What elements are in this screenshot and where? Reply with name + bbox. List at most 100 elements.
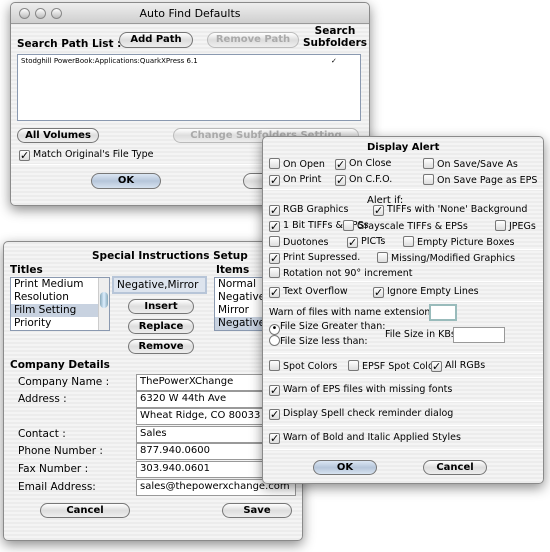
all-volumes-button[interactable]: All Volumes xyxy=(17,128,99,143)
match-file-type-checkbox[interactable]: ✓ Match Original's File Type xyxy=(19,149,154,161)
checkbox-box: ✓ xyxy=(373,204,384,217)
search-path-list[interactable]: Stodghill PowerBook:Applications:QuarkXP… xyxy=(17,54,361,121)
checkbox-box xyxy=(269,267,280,278)
checkbox-epsf-spot-colors[interactable]: EPSF Spot Colors xyxy=(348,360,443,373)
field-label: Phone Number : xyxy=(18,445,103,457)
divider xyxy=(263,353,543,354)
add-path-button[interactable]: Add Path xyxy=(119,32,193,48)
checkbox-on-open[interactable]: On Open xyxy=(269,158,325,171)
checkbox-label: On Close xyxy=(349,158,392,169)
checkbox-box xyxy=(377,252,388,263)
checkbox-warn-of-eps-files-with-missing-fonts[interactable]: ✓ Warn of EPS files with missing fonts xyxy=(269,384,452,396)
divider xyxy=(263,401,543,402)
title-item[interactable]: Print Medium xyxy=(11,278,99,291)
minimize-window-icon[interactable] xyxy=(35,8,46,19)
cancel-button[interactable]: Cancel xyxy=(40,503,130,518)
checkbox-box: ✓ xyxy=(431,360,442,373)
checkbox-rotation-not-90-increment[interactable]: Rotation not 90° increment xyxy=(269,267,412,280)
radio-button: • xyxy=(269,324,280,335)
checkbox-label: Rotation not 90° increment xyxy=(283,268,413,279)
radio-file-size-less[interactable]: File Size less than: xyxy=(269,335,368,348)
close-window-icon[interactable] xyxy=(19,8,30,19)
dialog-title: Special Instructions Setup xyxy=(92,250,248,262)
instruction-text-field[interactable]: Negative,Mirror xyxy=(112,276,207,294)
field-label: Contact : xyxy=(18,428,66,440)
zoom-window-icon[interactable] xyxy=(51,8,62,19)
remove-path-button[interactable]: Remove Path xyxy=(207,32,299,48)
checkbox-display-spell-check-reminder-dialog[interactable]: ✓ Display Spell check reminder dialog xyxy=(269,408,453,420)
checkbox-label: RGB Graphics xyxy=(283,204,349,215)
scrollbar[interactable] xyxy=(98,278,109,330)
company-details-heading: Company Details xyxy=(10,359,110,371)
checkbox-text-overflow[interactable]: ✓ Text Overflow xyxy=(269,286,348,298)
items-label: Items xyxy=(216,264,250,276)
extension-input[interactable] xyxy=(429,304,457,321)
checkbox-label: Grayscale TIFFs & EPSs xyxy=(357,221,468,232)
checkbox-label: PICTs xyxy=(361,236,386,247)
titles-list[interactable]: Print Medium Resolution Film Setting Priori… xyxy=(10,277,110,331)
checkbox-on-save-save-as[interactable]: On Save/Save As xyxy=(423,158,518,171)
display-alert-heading: Display Alert xyxy=(367,142,440,153)
checkbox-spot-colors[interactable]: Spot Colors xyxy=(269,360,337,373)
checkbox-box: ✓ xyxy=(269,174,280,187)
checkbox-box: ✓ xyxy=(335,158,346,171)
checkbox-on-close[interactable]: ✓ On Close xyxy=(335,158,391,170)
extension-label: Warn of files with name extension: xyxy=(269,307,434,318)
checkbox-missing-modified-graphics[interactable]: Missing/Modified Graphics xyxy=(377,252,515,265)
divider xyxy=(263,377,543,378)
checkbox-box xyxy=(423,158,434,169)
cancel-button[interactable]: Cancel xyxy=(423,460,487,475)
checkbox-rgb-graphics[interactable]: ✓ RGB Graphics xyxy=(269,204,348,216)
checkbox-box: ✓ xyxy=(269,252,280,265)
checkbox-box xyxy=(348,360,359,371)
display-alert-window: Display Alert Alert if: Warn of files wi… xyxy=(262,136,544,484)
save-button[interactable]: Save xyxy=(222,503,292,518)
field-label: Fax Number : xyxy=(18,463,89,475)
field-label: Email Address: xyxy=(18,481,96,493)
title-bar: Auto Find Defaults xyxy=(11,3,369,24)
checkbox-label: Spot Colors xyxy=(283,361,338,372)
checkbox-empty-picture-boxes[interactable]: Empty Picture Boxes xyxy=(403,236,515,249)
insert-button[interactable]: Insert xyxy=(128,299,194,314)
window-title: Auto Find Defaults xyxy=(139,7,241,20)
divider xyxy=(263,301,543,302)
remove-button[interactable]: Remove xyxy=(128,339,194,354)
divider xyxy=(263,449,543,450)
checkbox-grayscale-tiffs-epss[interactable]: Grayscale TIFFs & EPSs xyxy=(343,220,468,233)
titles-items: Print Medium Resolution Film Setting Priori… xyxy=(11,278,109,330)
checkbox-warn-of-bold-and-italic-applied-styles[interactable]: ✓ Warn of Bold and Italic Applied Styles xyxy=(269,432,461,444)
checkbox-ignore-empty-lines[interactable]: ✓ Ignore Empty Lines xyxy=(373,286,479,298)
checkbox-box xyxy=(269,360,280,371)
checkbox-on-print[interactable]: ✓ On Print xyxy=(269,174,321,186)
checkbox-box: ✓ xyxy=(269,220,280,233)
checkbox-jpegs[interactable]: JPEGs xyxy=(495,220,536,233)
checkbox-label: Missing/Modified Graphics xyxy=(391,253,516,264)
divider xyxy=(263,281,543,282)
title-item[interactable]: Priority xyxy=(11,317,99,330)
title-item[interactable]: Resolution xyxy=(11,291,99,304)
checkbox-all-rgbs[interactable]: ✓ All RGBs xyxy=(431,360,485,372)
divider xyxy=(263,249,543,250)
checkbox-print-supressed[interactable]: ✓ Print Supressed. xyxy=(269,252,360,264)
checkbox-label: On Save Page as EPS xyxy=(437,175,538,186)
checkbox-label: On Open xyxy=(283,159,325,170)
path-row[interactable]: Stodghill PowerBook:Applications:QuarkXP… xyxy=(21,57,349,65)
checkbox-tiffs-with-none-background[interactable]: ✓ TIFFs with 'None' Background xyxy=(373,204,527,216)
ok-button[interactable]: OK xyxy=(91,173,161,189)
scroll-thumb[interactable] xyxy=(100,292,108,308)
checkbox-label: Ignore Empty Lines xyxy=(387,286,479,297)
checkbox-box xyxy=(495,220,506,231)
ok-button[interactable]: OK xyxy=(313,460,377,475)
checkbox-on-c-f-o[interactable]: ✓ On C.F.O. xyxy=(335,174,392,186)
radio-button xyxy=(269,335,280,346)
titles-label: Titles xyxy=(10,264,43,276)
title-item[interactable]: Film Setting xyxy=(11,304,99,317)
checkbox-picts[interactable]: ✓ PICTs xyxy=(347,236,385,248)
checkbox-duotones[interactable]: Duotones xyxy=(269,236,329,249)
replace-button[interactable]: Replace xyxy=(128,319,194,334)
checkbox-on-save-page-as-eps[interactable]: On Save Page as EPS xyxy=(423,174,537,187)
search-subfolders-header: Search Subfolders xyxy=(303,25,367,49)
checkbox-label: Print Supressed. xyxy=(283,252,361,263)
radio-file-size-greater[interactable]: • File Size Greater than: xyxy=(269,321,385,335)
file-size-input[interactable] xyxy=(453,327,505,343)
